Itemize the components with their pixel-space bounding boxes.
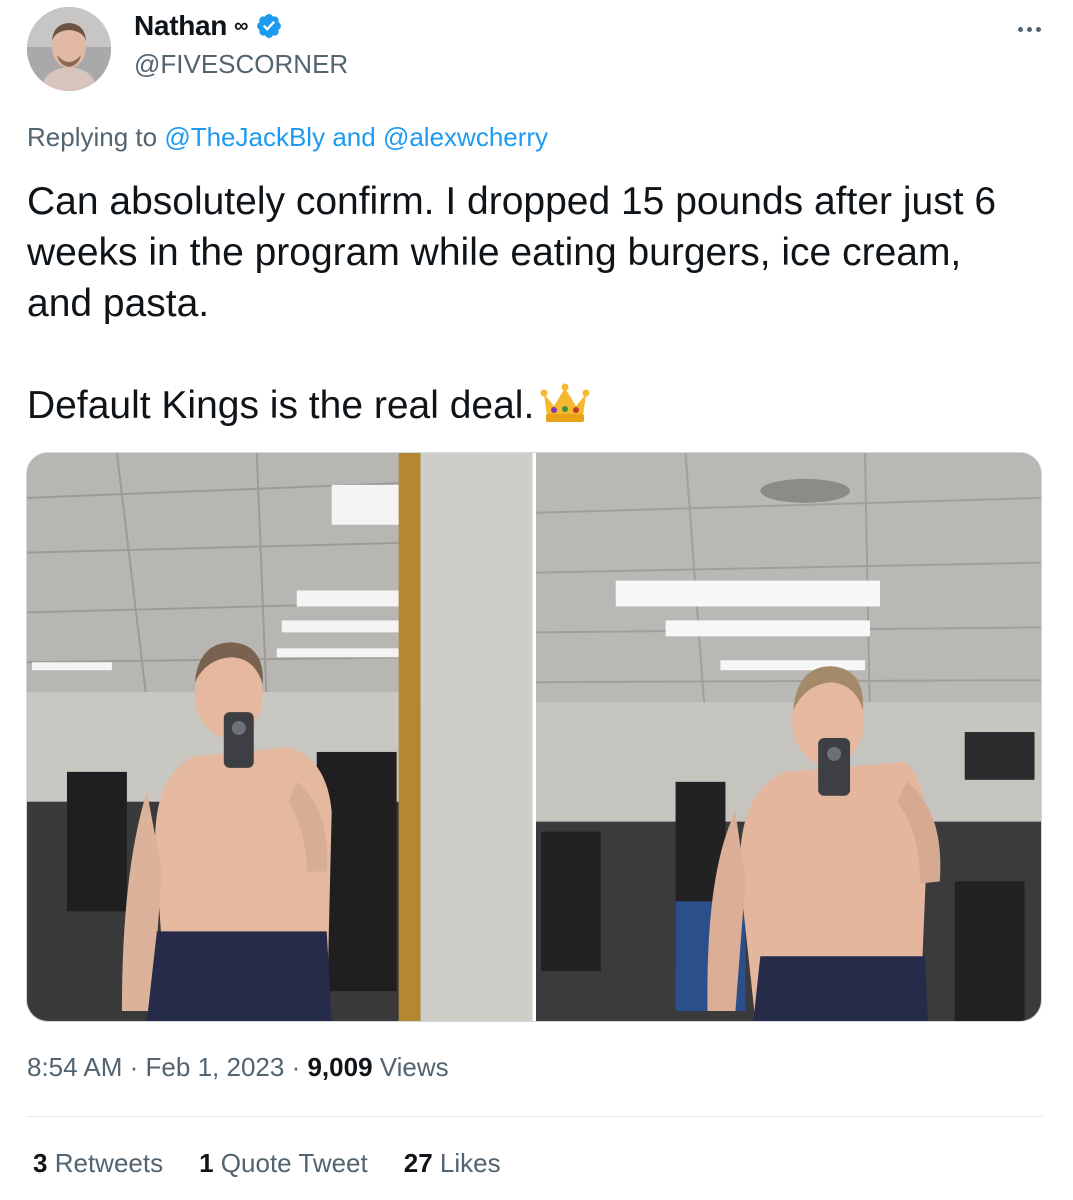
views-label: Views: [379, 1052, 449, 1082]
quotes-count: 1: [199, 1148, 214, 1178]
engagement-stats: 3 Retweets 1 Quote Tweet 27 Likes: [33, 1148, 501, 1179]
gym-mirror-selfie-after-image: [535, 453, 1041, 1021]
profile-photo: [27, 7, 111, 91]
photo-after[interactable]: [535, 453, 1041, 1021]
display-name-text: Nathan: [134, 10, 228, 41]
quotes-label: Quote Tweet: [220, 1148, 368, 1178]
more-options-button[interactable]: [1011, 14, 1047, 44]
reply-joiner: and: [332, 122, 376, 152]
author-name[interactable]: Nathan ∞: [134, 10, 283, 42]
retweets-label: Retweets: [54, 1148, 164, 1178]
likes-label: Likes: [439, 1148, 501, 1178]
views-count: 9,009: [307, 1052, 373, 1082]
replying-to: Replying to @TheJackBly and @alexwcherry: [27, 122, 548, 153]
more-dot-icon: [1035, 26, 1041, 32]
likes-count: 27: [403, 1148, 433, 1178]
verified-badge-icon: [257, 14, 282, 38]
tweet-paragraph: Can absolutely confirm. I dropped 15 pou…: [27, 180, 997, 325]
more-dot-icon: [1026, 26, 1032, 32]
infinity-emoji: ∞: [234, 14, 249, 37]
photo-before[interactable]: [27, 453, 533, 1021]
mention-link[interactable]: @TheJackBly: [164, 122, 325, 152]
tweet-paragraph-text: Default Kings is the real deal.: [27, 384, 535, 427]
tweet-body: Can absolutely confirm. I dropped 15 pou…: [27, 176, 1037, 431]
mention-link[interactable]: @alexwcherry: [383, 122, 548, 152]
gym-mirror-selfie-before-image: [27, 453, 533, 1021]
meta-separator: ·: [291, 1052, 301, 1082]
media-grid: [26, 452, 1042, 1022]
tweet-meta: 8:54 AM · Feb 1, 2023 · 9,009 Views: [27, 1052, 449, 1083]
meta-separator: ·: [129, 1052, 139, 1082]
reply-prefix: Replying to: [27, 122, 158, 152]
likes-stat[interactable]: 27 Likes: [404, 1148, 501, 1179]
divider: [27, 1116, 1043, 1117]
quote-tweets-stat[interactable]: 1 Quote Tweet: [199, 1148, 368, 1179]
tweet-date[interactable]: Feb 1, 2023: [146, 1052, 285, 1082]
retweets-stat[interactable]: 3 Retweets: [33, 1148, 163, 1179]
more-dot-icon: [1017, 26, 1023, 32]
crown-icon: [540, 383, 590, 422]
tweet-paragraph-2: Default Kings is the real deal.: [27, 380, 1037, 431]
author-handle[interactable]: @FIVESCORNER: [134, 49, 348, 80]
retweets-count: 3: [33, 1148, 48, 1178]
tweet-time[interactable]: 8:54 AM: [27, 1052, 122, 1082]
avatar[interactable]: [27, 7, 111, 91]
